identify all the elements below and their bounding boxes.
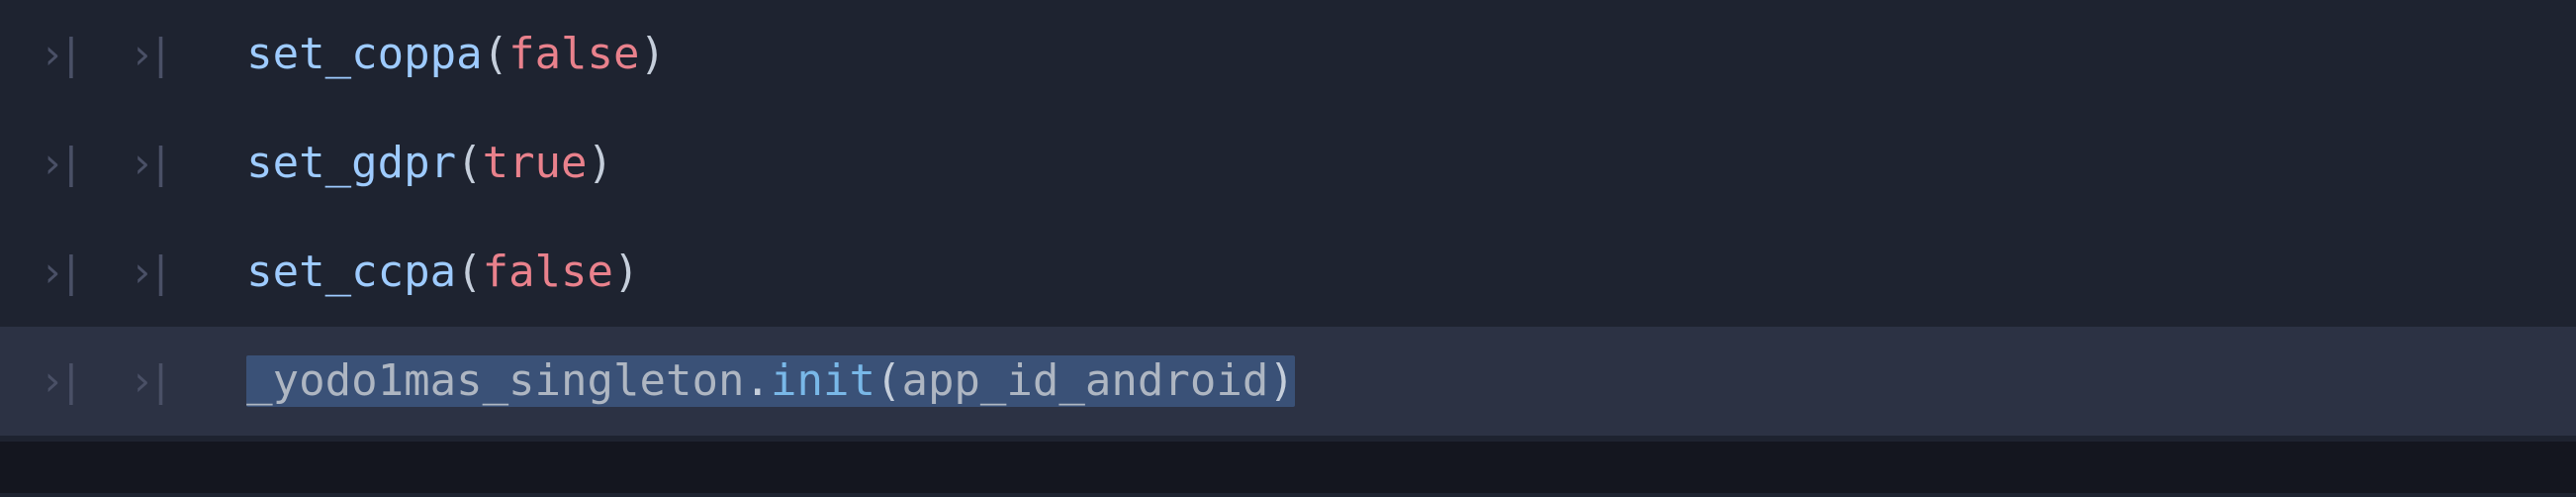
constant: false (508, 29, 639, 81)
indent-guide-icon: ›| (130, 356, 168, 406)
constant: false (483, 247, 613, 299)
indent-guide-icon: ›| (40, 30, 78, 79)
function-name: set_ccpa (246, 247, 456, 299)
indent-guide-icon: ›| (130, 30, 168, 79)
identifier: _yodo1mas_singleton (246, 355, 744, 406)
indent-guide-icon: ›| (40, 356, 78, 406)
code-line[interactable]: ›| ›| set_coppa(false) (0, 0, 2576, 109)
indent-guide-icon: ›| (130, 139, 168, 188)
argument: app_id_android (901, 355, 1268, 406)
paren-close: ) (640, 29, 667, 81)
paren-close: ) (1268, 355, 1295, 406)
paren-open: ( (875, 355, 902, 406)
paren-open: ( (483, 29, 509, 81)
dot-operator: . (744, 355, 771, 406)
paren-open: ( (456, 138, 483, 190)
paren-open: ( (456, 247, 483, 299)
indent-guide-icon: ›| (130, 248, 168, 297)
code-editor[interactable]: ›| ›| set_coppa(false) ›| ›| set_gdpr(tr… (0, 0, 2576, 493)
constant: true (483, 138, 588, 190)
paren-close: ) (588, 138, 614, 190)
function-name: set_gdpr (246, 138, 456, 190)
indent-guide-icon: ›| (40, 139, 78, 188)
code-line-highlighted[interactable]: ›| ›| _yodo1mas_singleton.init(app_id_an… (0, 327, 2576, 436)
text-selection[interactable]: _yodo1mas_singleton.init(app_id_android) (246, 355, 1295, 408)
paren-close: ) (613, 247, 640, 299)
code-line[interactable]: ›| ›| set_gdpr(true) (0, 109, 2576, 218)
function-name: set_coppa (246, 29, 482, 81)
editor-bottom-strip (0, 442, 2576, 493)
code-line[interactable]: ›| ›| set_ccpa(false) (0, 218, 2576, 327)
method-name: init (771, 355, 875, 406)
indent-guide-icon: ›| (40, 248, 78, 297)
